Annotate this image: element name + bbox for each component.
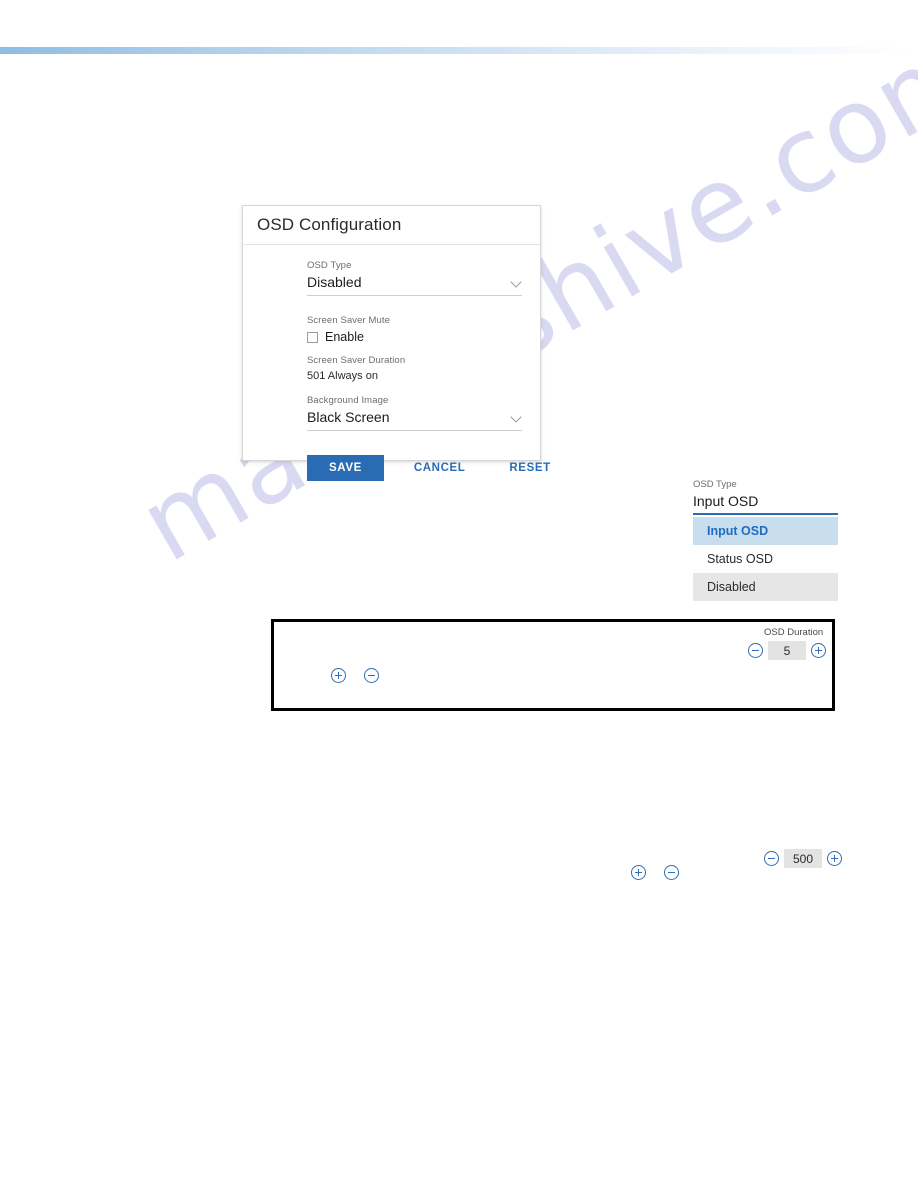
card-body: OSD Type Disabled Screen Saver Mute Enab…: [243, 245, 540, 431]
minus-circle-icon[interactable]: [664, 865, 679, 880]
osd-type-select[interactable]: Disabled: [307, 273, 522, 296]
chevron-down-icon: [511, 413, 522, 420]
background-image-select[interactable]: Black Screen: [307, 408, 522, 431]
bottom-stepper-controls: 500: [764, 849, 842, 868]
screen-saver-duration-label: Screen Saver Duration: [307, 355, 406, 366]
page-title: OSD Configuration: [257, 215, 402, 234]
screen-saver-duration-value: 501 Always on: [307, 370, 378, 382]
checkbox-icon[interactable]: [307, 331, 318, 343]
plus-circle-icon[interactable]: [631, 865, 646, 880]
dropdown-option-list: Input OSD Status OSD Disabled: [693, 517, 838, 601]
osd-type-label: OSD Type: [307, 260, 352, 271]
osd-duration-stepper-controls: 5: [748, 641, 826, 660]
dropdown-option-status-osd[interactable]: Status OSD: [693, 545, 838, 573]
dropdown-option-input-osd[interactable]: Input OSD: [693, 517, 838, 545]
bottom-stepper: 500: [764, 849, 842, 868]
dropdown-current-value[interactable]: Input OSD: [693, 492, 838, 515]
field-screen-saver-mute: Screen Saver Mute Enable: [307, 314, 520, 344]
callout-icon-pair: [331, 668, 379, 683]
minus-circle-icon[interactable]: [748, 643, 763, 658]
screen-saver-mute-checkbox-row[interactable]: Enable: [307, 330, 520, 344]
cancel-button[interactable]: CANCEL: [400, 455, 480, 481]
osd-type-dropdown: OSD Type Input OSD Input OSD Status OSD …: [693, 478, 838, 601]
chevron-down-icon: [511, 278, 522, 285]
minus-circle-icon[interactable]: [364, 668, 379, 683]
bottom-stepper-value[interactable]: 500: [784, 849, 822, 868]
background-image-value: Black Screen: [307, 409, 390, 425]
dropdown-label: OSD Type: [693, 479, 737, 490]
field-screen-saver-duration: Screen Saver Duration 501 Always on: [307, 354, 520, 384]
reset-button[interactable]: RESET: [495, 455, 564, 481]
osd-duration-label: OSD Duration: [764, 627, 824, 638]
screen-saver-mute-checkbox-label: Enable: [325, 330, 364, 344]
card-header: OSD Configuration: [243, 206, 540, 245]
plus-circle-icon[interactable]: [811, 643, 826, 658]
plus-circle-icon[interactable]: [827, 851, 842, 866]
osd-duration-stepper: OSD Duration 5: [748, 626, 826, 660]
card-actions: SAVE CANCEL RESET: [243, 433, 550, 481]
bottom-icon-pair: [631, 865, 679, 880]
dropdown-option-disabled[interactable]: Disabled: [693, 573, 838, 601]
field-background-image: Background Image Black Screen: [307, 394, 522, 431]
plus-circle-icon[interactable]: [331, 668, 346, 683]
osd-configuration-card: OSD Configuration OSD Type Disabled Scre…: [242, 205, 550, 481]
page-header-rule: [0, 47, 918, 54]
field-osd-type: OSD Type Disabled: [307, 259, 522, 296]
background-image-label: Background Image: [307, 395, 389, 406]
osd-duration-value[interactable]: 5: [768, 641, 806, 660]
screen-saver-mute-label: Screen Saver Mute: [307, 315, 391, 326]
osd-type-value: Disabled: [307, 274, 362, 290]
minus-circle-icon[interactable]: [764, 851, 779, 866]
save-button[interactable]: SAVE: [307, 455, 384, 481]
